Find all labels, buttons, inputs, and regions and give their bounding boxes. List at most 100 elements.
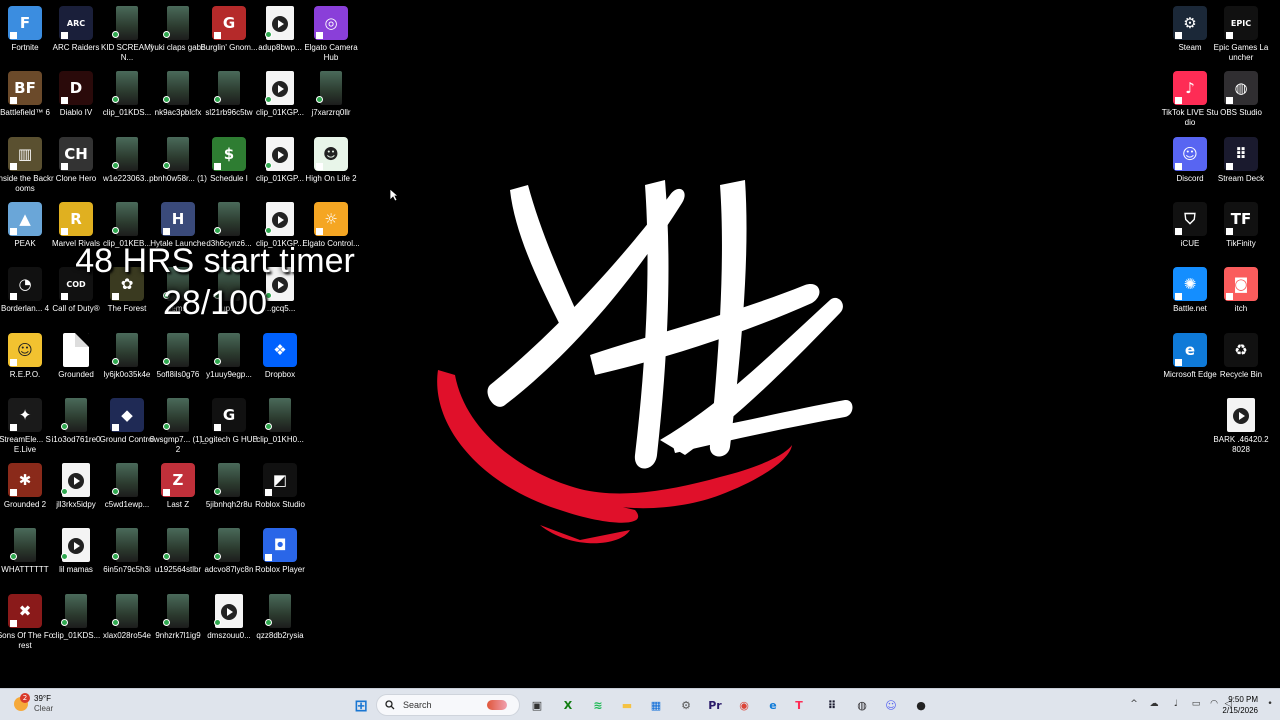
taskbar-game-app-icon[interactable]: ●: [911, 695, 931, 715]
desktop-icon[interactable]: clip_01KGP...: [255, 133, 305, 195]
desktop-icon[interactable]: ⠿ Stream Deck: [1216, 133, 1266, 195]
desktop-icon[interactable]: ✖ Sons Of The Forest: [0, 590, 53, 652]
desktop-icon[interactable]: ◎ Elgato Camera Hub: [304, 2, 358, 64]
desktop-icon[interactable]: j7xarzrq0llr: [306, 67, 356, 129]
desktop-icon[interactable]: clip_01KDS...: [102, 67, 152, 129]
desktop-icon[interactable]: lil mamas: [51, 524, 101, 586]
desktop-icon[interactable]: G Logitech G HUB: [200, 394, 258, 456]
taskbar-task-view-icon[interactable]: ▣: [527, 695, 547, 715]
desktop-icon[interactable]: 6in5n79c5h3i: [102, 524, 152, 586]
desktop-icon[interactable]: ◔ Borderlan... 4: [0, 263, 50, 325]
desktop-icon[interactable]: xlax028ro54e: [102, 590, 152, 652]
desktop-icon[interactable]: adup8bwp...: [255, 2, 305, 64]
desktop-icon[interactable]: ◩ Roblox Studio: [255, 459, 305, 521]
desktop-icon-label: j7xarzrq0llr: [311, 108, 351, 118]
desktop-icon[interactable]: ▥ Inside the Backrooms: [0, 133, 54, 195]
taskbar-spotify-icon[interactable]: ≋: [588, 695, 608, 715]
desktop-icon[interactable]: ◍ OBS Studio: [1216, 67, 1266, 129]
taskbar-xbox-icon[interactable]: X: [558, 695, 578, 715]
desktop-icon[interactable]: y1uuy9egp...: [204, 329, 254, 391]
desktop-icon[interactable]: pbnh0w58r... (1): [149, 133, 207, 195]
desktop-icon[interactable]: ARC ARC Raiders: [51, 2, 101, 64]
taskbar-chrome-icon[interactable]: ◉: [734, 695, 754, 715]
desktop-icon[interactable]: 5jibnhqh2r8u: [204, 459, 254, 521]
shortcut-arrow-icon: [10, 489, 17, 497]
desktop-icon[interactable]: i1o3od761re0: [51, 394, 101, 456]
shortcut-arrow-icon: [61, 97, 68, 105]
desktop-icon[interactable]: adcvo87lyc8n: [204, 524, 254, 586]
microphone-icon[interactable]: ♩: [1170, 698, 1182, 710]
desktop-icon[interactable]: w1e223063...: [102, 133, 152, 195]
desktop-icon[interactable]: yuki claps gabe: [150, 2, 206, 64]
notification-bell-icon[interactable]: •: [1264, 698, 1276, 710]
desktop-icon[interactable]: ◙ itch: [1216, 263, 1266, 325]
desktop-icon[interactable]: sl21rb96c5tw: [204, 67, 254, 129]
desktop-icon[interactable]: jll3rkx5idpy: [51, 459, 101, 521]
desktop-icon[interactable]: G Burglin' Gnom...: [200, 2, 258, 64]
desktop-icon[interactable]: c5wd1ewp...: [102, 459, 152, 521]
desktop-icon[interactable]: EPIC Epic Games Launcher: [1214, 2, 1268, 64]
network-icon[interactable]: ◠: [1208, 698, 1220, 710]
desktop-icon[interactable]: ☺ R.E.P.O.: [0, 329, 50, 391]
sync-status-icon: [265, 422, 272, 430]
desktop-icon[interactable]: ✺ Battle.net: [1165, 263, 1215, 325]
taskbar-obs-icon[interactable]: ◍: [852, 695, 872, 715]
system-clock[interactable]: 9:50 PM 2/15/2026: [1222, 694, 1258, 716]
desktop-icon[interactable]: 5ofl8ils0g76: [153, 329, 203, 391]
desktop-icon[interactable]: nk9ac3pblcfx: [153, 67, 203, 129]
desktop-icon-label: c5wd1ewp...: [104, 500, 150, 510]
desktop-icon[interactable]: ☻ High On Life 2: [305, 133, 357, 195]
desktop-icon[interactable]: $ Schedule I: [204, 133, 254, 195]
desktop-icon[interactable]: dmszouu0...: [204, 590, 254, 652]
desktop-icon[interactable]: KID SCREAMIN...: [101, 2, 153, 64]
taskbar-premiere-pro-icon[interactable]: Pr: [705, 695, 725, 715]
desktop-icon[interactable]: TF TikFinity: [1216, 198, 1266, 260]
start-button[interactable]: ⊞: [351, 695, 371, 715]
desktop-icon[interactable]: F Fortnite: [0, 2, 50, 64]
desktop-icon[interactable]: ◘ Roblox Player: [255, 524, 305, 586]
taskbar-file-explorer-icon[interactable]: ▬: [617, 695, 637, 715]
desktop-icon[interactable]: BF Battlefield™ 6: [0, 67, 50, 129]
desktop-icon[interactable]: ☺ Discord: [1165, 133, 1215, 195]
desktop-icon[interactable]: u192564stlbr: [153, 524, 203, 586]
taskbar-edge-icon[interactable]: e: [763, 695, 783, 715]
taskbar-tiktok-live-icon[interactable]: T: [789, 695, 809, 715]
desktop-icon[interactable]: ▲ PEAK: [0, 198, 50, 260]
search-input[interactable]: [403, 700, 483, 710]
desktop-icon[interactable]: 6wsgmp7... (1)_2: [149, 394, 207, 456]
weather-widget[interactable]: 2 39°F Clear: [14, 693, 53, 714]
desktop-icon[interactable]: D Diablo IV: [51, 67, 101, 129]
desktop-icon[interactable]: clip_01KH0...: [255, 394, 305, 456]
desktop-icon[interactable]: ✱ Grounded 2: [0, 459, 50, 521]
onedrive-sync-icon[interactable]: ☁: [1148, 698, 1160, 710]
taskbar-stream-deck-icon[interactable]: ⠿: [822, 695, 842, 715]
taskbar-discord-icon[interactable]: ☺: [881, 695, 901, 715]
mouse-cursor-icon: [389, 188, 399, 202]
desktop-icon[interactable]: ♻ Recycle Bin: [1216, 329, 1266, 391]
desktop-icon[interactable]: clip_01KGP...: [255, 67, 305, 129]
desktop-icon[interactable]: 9nhzrk7l1ig9: [153, 590, 203, 652]
desktop-icon[interactable]: WHATTTTTT: [0, 524, 50, 586]
desktop-icon[interactable]: e Microsoft Edge: [1163, 329, 1217, 391]
sync-status-icon: [112, 161, 119, 169]
desktop-icon[interactable]: ◆ Ground Control: [100, 394, 154, 456]
desktop-icon[interactable]: CH Clone Hero: [51, 133, 101, 195]
desktop-icon[interactable]: ✦ StreamEle... SE.Live: [0, 394, 51, 456]
taskbar-microsoft-store-icon[interactable]: ▦: [646, 695, 666, 715]
sync-status-icon: [265, 161, 272, 169]
desktop-icon[interactable]: qzz8db2rysia: [255, 590, 305, 652]
desktop-icon[interactable]: BARK .46420.28028: [1213, 394, 1269, 456]
desktop-icon[interactable]: ⛉ iCUE: [1165, 198, 1215, 260]
desktop-icon[interactable]: clip_01KDS...: [51, 590, 101, 652]
show-hidden-icons-chevron-icon[interactable]: ^: [1128, 698, 1140, 710]
display-icon[interactable]: ▭: [1190, 698, 1202, 710]
desktop-icon[interactable]: ♪ TikTok LIVE Studio: [1162, 67, 1218, 129]
desktop-icon[interactable]: ⚙ Steam: [1165, 2, 1215, 64]
taskbar-search-box[interactable]: [376, 694, 520, 716]
desktop-icon[interactable]: Grounded: [51, 329, 101, 391]
taskbar-settings-icon[interactable]: ⚙: [676, 695, 696, 715]
clip-file-icon: [167, 593, 189, 628]
desktop-icon[interactable]: Z Last Z: [153, 459, 203, 521]
desktop-icon[interactable]: ❖ Dropbox: [255, 329, 305, 391]
desktop-icon[interactable]: ly6jk0o35k4e: [102, 329, 152, 391]
